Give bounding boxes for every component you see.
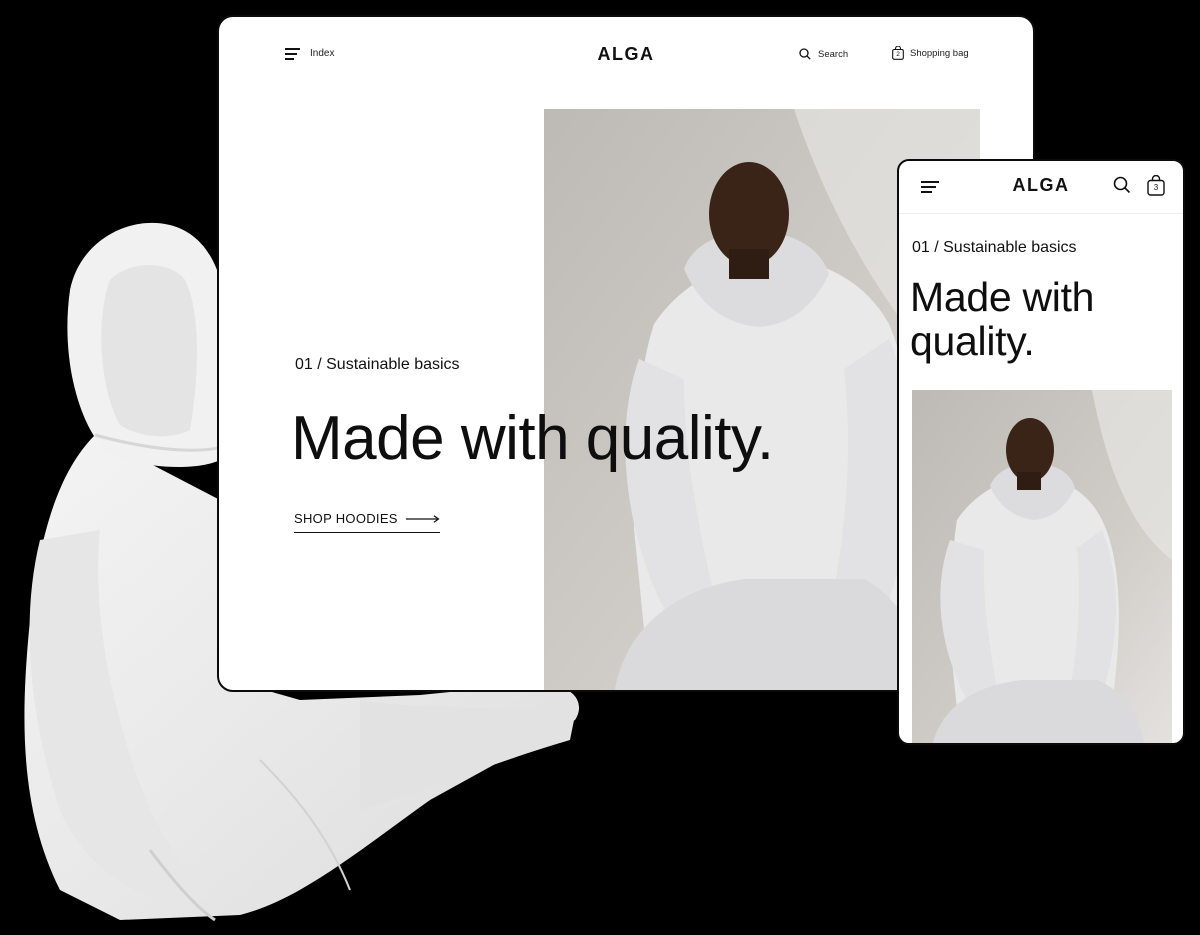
mobile-header: ALGA 3 <box>899 161 1183 214</box>
mobile-shopping-bag-button[interactable]: 3 <box>1147 174 1165 196</box>
hero-headline: Made with quality. <box>291 404 774 473</box>
mobile-headline-line1: Made with <box>910 274 1095 320</box>
mobile-hero-eyebrow: 01 / Sustainable basics <box>912 239 1077 256</box>
mobile-headline-line2: quality. <box>910 318 1035 364</box>
search-label: Search <box>818 48 849 60</box>
mobile-search-button[interactable] <box>1113 176 1131 199</box>
desktop-header: Index ALGA Search 2 Shopping bag <box>219 17 1033 97</box>
shop-hoodies-link[interactable]: SHOP HOODIES <box>294 511 440 533</box>
shopping-bag-icon: 3 <box>1147 174 1165 196</box>
hero-eyebrow: 01 / Sustainable basics <box>295 356 460 373</box>
shop-hoodies-label: SHOP HOODIES <box>294 511 398 526</box>
search-icon <box>1113 176 1131 194</box>
search-icon <box>799 48 811 60</box>
bag-count-badge: 2 <box>896 51 900 58</box>
arrow-right-icon <box>405 514 440 523</box>
mobile-phone-preview: ALGA 3 01 / Sustainable basics Made with… <box>897 159 1185 745</box>
mobile-hero-model-photo <box>912 390 1172 743</box>
shopping-bag-label: Shopping bag <box>910 47 969 59</box>
search-button[interactable]: Search <box>799 48 848 60</box>
shopping-bag-icon: 2 <box>892 45 904 60</box>
mobile-hero-headline: Made with quality. <box>910 275 1094 363</box>
shopping-bag-button[interactable]: 2 Shopping bag <box>892 45 969 60</box>
mobile-bag-count-badge: 3 <box>1153 183 1159 192</box>
mobile-brand-logo[interactable]: ALGA <box>899 175 1183 196</box>
